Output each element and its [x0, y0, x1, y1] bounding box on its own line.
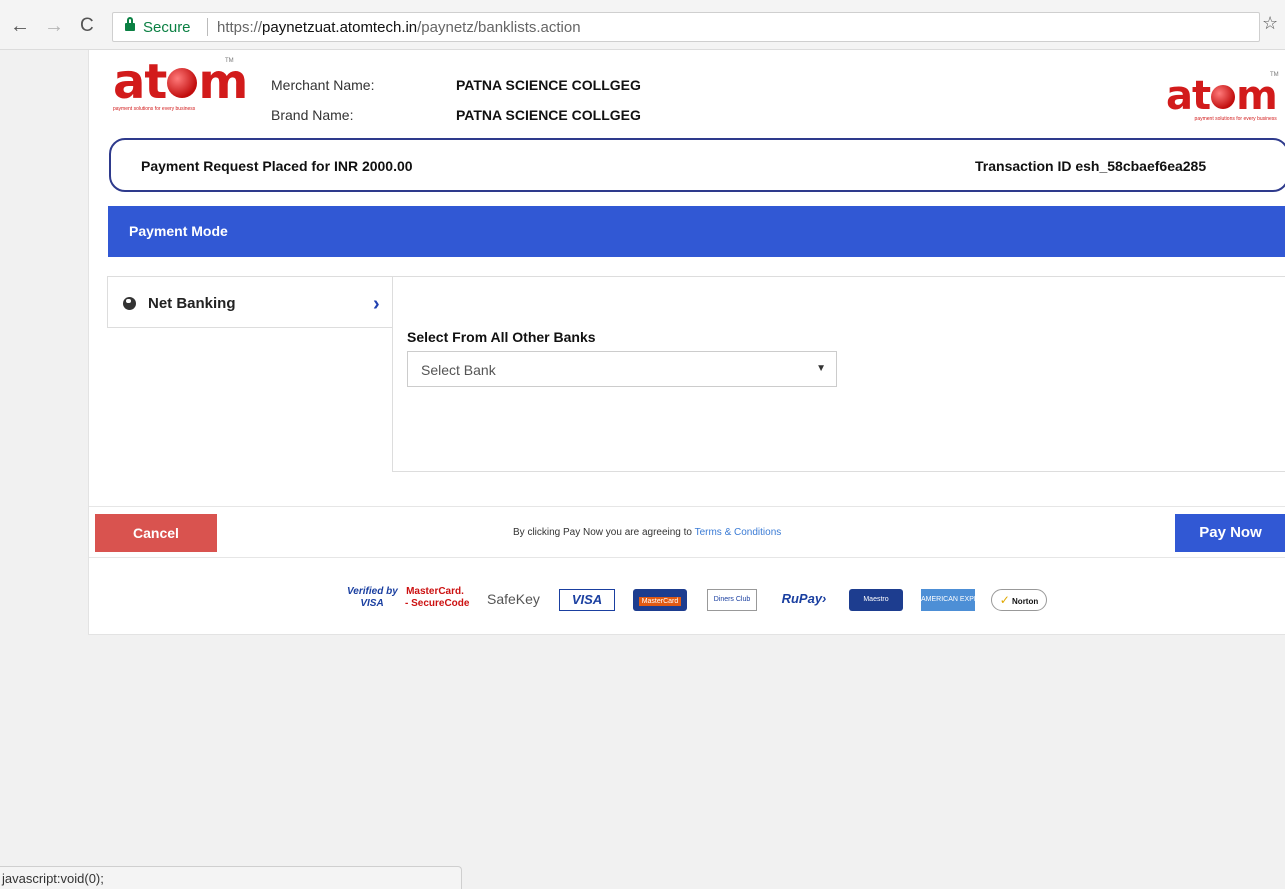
bank-select-value: Select Bank [421, 362, 496, 378]
check-icon: ✓ [999, 593, 1010, 607]
logo-ball-icon [167, 68, 198, 98]
dropdown-arrow-icon: ▼ [816, 363, 826, 374]
browser-toolbar: ← → C Secure https://paynetzuat.atomtech… [0, 0, 1285, 50]
atom-logo-left: at m payment solutions for every business… [113, 58, 248, 112]
url-host: paynetzuat.atomtech.in [262, 19, 418, 36]
logo-text-end: m [1236, 73, 1278, 119]
url-path: /paynetz/banklists.action [417, 19, 581, 36]
logo-text-start: at [1166, 73, 1211, 119]
brand-name-label: Brand Name: [271, 107, 354, 123]
transaction-id-text: Transaction ID esh_58cbaef6ea285 [975, 158, 1207, 174]
mastercard-logo: MasterCard [633, 589, 687, 611]
merchant-name-label: Merchant Name: [271, 77, 375, 93]
lock-icon [125, 17, 135, 31]
url-scheme: https:// [217, 19, 263, 36]
vbv-line1: Verified by [347, 586, 398, 597]
norton-text: Norton [1012, 597, 1039, 606]
logo-text-start: at [113, 54, 167, 110]
maestro-logo: Maestro [849, 589, 903, 611]
address-bar[interactable]: Secure https://paynetzuat.atomtech.in/pa… [112, 12, 1260, 42]
amex-logo: AMERICAN EXPRESS [921, 589, 993, 611]
action-bar: Cancel By clicking Pay Now you are agree… [89, 506, 1285, 558]
payment-amount-text: Payment Request Placed for INR 2000.00 [141, 158, 413, 174]
mcsc-line1: MasterCard. [406, 586, 464, 597]
reload-icon[interactable]: C [80, 16, 94, 36]
logo-ball-icon [1211, 85, 1236, 109]
bank-select-dropdown[interactable]: Select Bank ▼ [407, 351, 837, 387]
select-bank-heading: Select From All Other Banks [407, 329, 596, 345]
bookmark-star-icon[interactable]: ☆ [1262, 13, 1278, 34]
payment-mode-header: Payment Mode [108, 206, 1285, 257]
logo-trademark: TM [1270, 72, 1279, 78]
chevron-right-icon: › [373, 293, 380, 315]
mcsc-line2: - SecureCode [405, 598, 470, 609]
safekey-logo: SafeKey [487, 591, 540, 607]
divider [207, 18, 208, 36]
mastercard-securecode-logo: MasterCard. - SecureCode [405, 586, 470, 612]
diners-club-logo: Diners Club [707, 589, 757, 611]
cancel-button[interactable]: Cancel [95, 514, 217, 552]
merchant-name-value: PATNA SCIENCE COLLGEG [456, 77, 641, 93]
tab-net-banking[interactable]: Net Banking › [107, 276, 393, 328]
visa-logo: VISA [559, 589, 615, 611]
verified-by-visa-logo: Verified by VISA [347, 586, 398, 612]
forward-arrow-icon[interactable]: → [44, 16, 64, 36]
vbv-line2: VISA [360, 598, 384, 609]
net-banking-label: Net Banking [148, 295, 236, 312]
brand-name-value: PATNA SCIENCE COLLGEG [456, 107, 641, 123]
atom-logo-right: at m payment solutions for every business… [1166, 72, 1279, 122]
status-url-text: javascript:void(0); [2, 871, 104, 886]
pay-now-button[interactable]: Pay Now [1175, 514, 1285, 552]
url-text[interactable]: https://paynetzuat.atomtech.in/paynetz/b… [217, 19, 581, 36]
norton-secured-logo: ✓ Norton [991, 589, 1047, 611]
payment-mode-title: Payment Mode [129, 223, 228, 239]
agree-text: By clicking Pay Now you are agreeing to [513, 527, 695, 538]
globe-icon [123, 297, 136, 310]
logo-trademark: TM [225, 58, 234, 64]
logo-text-end: m [198, 54, 248, 110]
payment-request-bar: Payment Request Placed for INR 2000.00 T… [109, 138, 1285, 192]
terms-agreement-text: By clicking Pay Now you are agreeing to … [513, 527, 781, 538]
rupay-logo: RuPay› [781, 591, 827, 606]
mastercard-text: MasterCard [638, 597, 682, 606]
secure-label: Secure [143, 19, 191, 36]
terms-link[interactable]: Terms & Conditions [695, 527, 782, 538]
payment-card: at m payment solutions for every business… [88, 50, 1285, 635]
back-arrow-icon[interactable]: ← [10, 16, 30, 36]
status-bar: javascript:void(0); [0, 866, 462, 889]
bank-selection-panel: Select From All Other Banks Select Bank … [392, 276, 1285, 472]
